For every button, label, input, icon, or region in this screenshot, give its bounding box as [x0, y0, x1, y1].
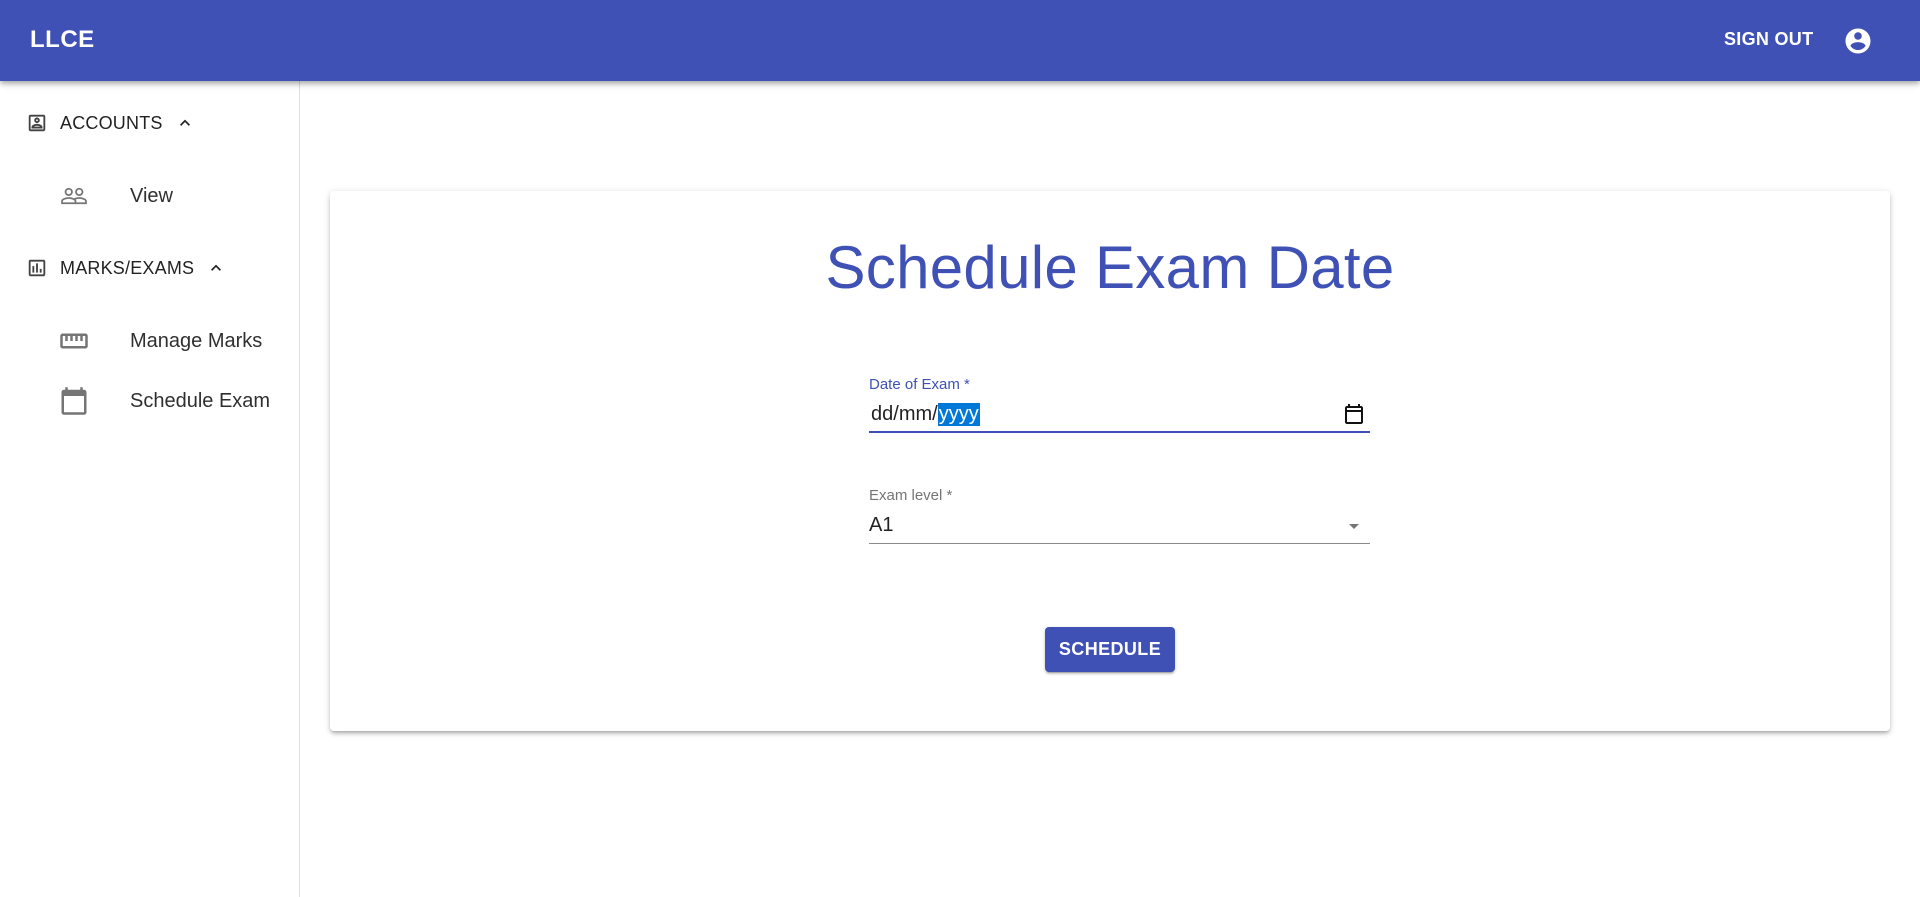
exam-level-field[interactable]: Exam level * A1 — [869, 487, 1370, 544]
app-bar: LLCE SIGN OUT — [0, 0, 1920, 81]
chevron-up-icon[interactable] — [175, 113, 195, 133]
people-icon — [61, 187, 87, 205]
date-day-segment[interactable]: dd — [871, 403, 893, 426]
sidebar-section-marks-exams[interactable]: MARKS/EXAMS — [26, 253, 226, 283]
dropdown-arrow-icon[interactable] — [1342, 514, 1366, 538]
sidebar-item-label: View — [130, 184, 173, 207]
sidebar-section-accounts[interactable]: ACCOUNTS — [26, 108, 195, 138]
app-brand[interactable]: LLCE — [30, 26, 95, 54]
exam-level-value: A1 — [869, 514, 894, 536]
calendar-picker-icon[interactable] — [1342, 402, 1366, 426]
account-circle-icon[interactable] — [1843, 26, 1873, 56]
sign-out-button[interactable]: SIGN OUT — [1724, 29, 1813, 50]
exam-level-label: Exam level * — [869, 487, 953, 504]
chevron-up-icon[interactable] — [206, 258, 226, 278]
date-of-exam-label: Date of Exam * — [869, 376, 970, 393]
date-month-segment[interactable]: mm — [899, 403, 932, 426]
exam-level-select[interactable]: A1 — [869, 512, 1370, 544]
sidebar-item-manage-marks[interactable]: Manage Marks — [58, 321, 262, 361]
sidebar-section-label: ACCOUNTS — [60, 112, 163, 133]
date-of-exam-field[interactable]: Date of Exam * dd / mm / yyyy — [869, 376, 1370, 433]
contact-card-icon — [28, 114, 46, 132]
sidebar-item-view[interactable]: View — [58, 176, 173, 216]
page-title: Schedule Exam Date — [825, 234, 1395, 301]
bar-chart-icon — [28, 259, 46, 277]
date-of-exam-input[interactable]: dd / mm / yyyy — [869, 401, 1370, 433]
sidebar-section-label: MARKS/EXAMS — [60, 257, 195, 278]
schedule-exam-card: Schedule Exam Date Date of Exam * dd / m… — [330, 191, 1890, 731]
date-year-segment[interactable]: yyyy — [937, 402, 980, 426]
schedule-button[interactable]: SCHEDULE — [1045, 627, 1175, 672]
calendar-icon — [61, 387, 87, 415]
sidebar-item-label: Schedule Exam — [130, 389, 271, 412]
sidebar-item-schedule-exam[interactable]: Schedule Exam — [58, 381, 270, 421]
sidebar-item-label: Manage Marks — [130, 329, 263, 352]
ruler-icon — [60, 333, 88, 349]
sidebar: ACCOUNTS View MARKS/EXAMS Manage Marks S… — [0, 81, 300, 897]
